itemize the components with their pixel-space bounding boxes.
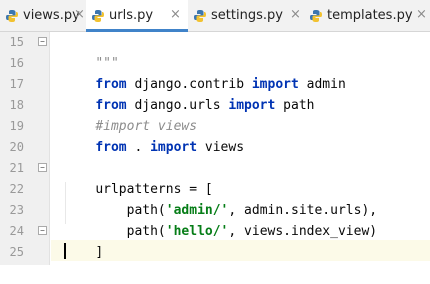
string-literal: 'hello/'	[165, 224, 229, 239]
line-number: 17	[9, 77, 24, 91]
text-caret	[64, 243, 66, 259]
python-file-icon	[6, 10, 18, 22]
keyword: import	[228, 98, 276, 113]
closing-bracket: ]	[95, 245, 104, 260]
call-args: , views.index_view)	[228, 224, 378, 239]
tab-label: settings.py	[211, 8, 283, 23]
tab-label: urls.py	[109, 8, 154, 23]
code-line-18: #import views	[64, 95, 197, 134]
line-number: 18	[9, 98, 24, 112]
code-line-21: urlpatterns = [	[64, 158, 212, 197]
code-editor[interactable]: """ from django.contrib import admin fro…	[51, 32, 430, 265]
fold-marker-icon[interactable]	[38, 226, 47, 235]
line-number: 20	[9, 140, 24, 154]
fold-marker-icon[interactable]	[38, 37, 47, 46]
close-icon[interactable]: ×	[290, 8, 301, 22]
python-file-icon	[194, 10, 206, 22]
code-line-23: path('hello/', views.index_view)	[64, 200, 378, 239]
line-number: 15	[9, 35, 24, 49]
python-file-icon	[310, 10, 322, 22]
import-name: path	[275, 98, 315, 113]
line-number: 24	[9, 224, 24, 238]
current-line-highlight	[51, 240, 430, 261]
module-name: .	[126, 140, 151, 155]
tab-templates-py[interactable]: templates.py ×	[304, 0, 430, 31]
line-number-gutter: 15 16 17 18 19 20 21 22 23 24 25	[0, 32, 50, 265]
fold-marker-icon[interactable]	[38, 163, 47, 172]
line-number: 19	[9, 119, 24, 133]
call-start: path(	[95, 224, 166, 239]
code-line-24: ]	[64, 221, 103, 260]
keyword: import	[150, 140, 198, 155]
tab-label: templates.py	[327, 8, 413, 23]
code-line-19: from . import views	[64, 116, 244, 155]
editor-tab-bar: views.py × urls.py × settings.py × templ…	[0, 0, 430, 32]
line-number: 22	[9, 182, 24, 196]
keyword: from	[95, 140, 127, 155]
tab-views-py[interactable]: views.py ×	[0, 0, 86, 31]
line-number: 25	[9, 245, 24, 259]
close-icon[interactable]: ×	[74, 8, 85, 22]
tab-settings-py[interactable]: settings.py ×	[188, 0, 304, 31]
tab-label: views.py	[23, 8, 80, 23]
tab-urls-py[interactable]: urls.py ×	[86, 0, 188, 32]
import-name: views	[197, 140, 245, 155]
code-line-16: from django.contrib import admin	[64, 53, 345, 92]
close-icon[interactable]: ×	[416, 8, 427, 22]
line-number: 21	[9, 161, 24, 175]
close-icon[interactable]: ×	[170, 8, 181, 22]
line-number: 23	[9, 203, 24, 217]
code-line-17: from django.urls import path	[64, 74, 314, 113]
line-number: 16	[9, 56, 24, 70]
code-line-22: path('admin/', admin.site.urls),	[64, 179, 378, 218]
python-file-icon	[92, 10, 104, 22]
code-line-15: """	[64, 32, 118, 71]
